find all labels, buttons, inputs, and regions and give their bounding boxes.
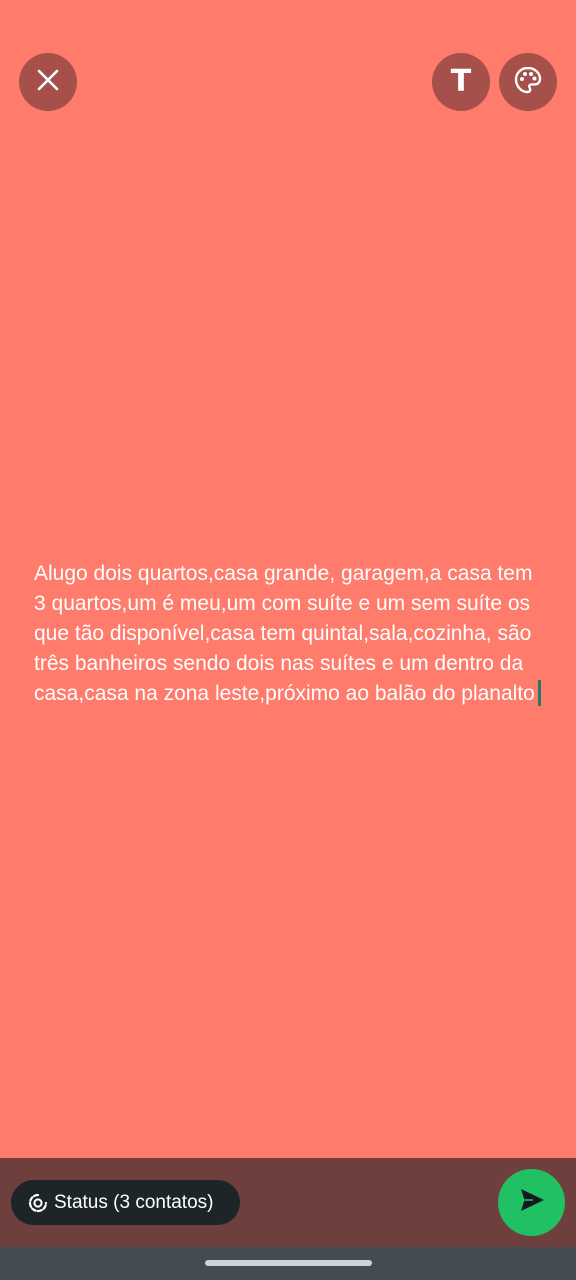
status-text-content: Alugo dois quartos,casa grande, garagem,… bbox=[34, 562, 539, 705]
status-icon bbox=[28, 1193, 48, 1213]
status-composer-canvas[interactable]: T Alugo dois quartos,casa grande, garage… bbox=[0, 0, 576, 1158]
text-style-button[interactable]: T bbox=[432, 53, 490, 111]
system-navigation-bar bbox=[0, 1247, 576, 1280]
status-audience-button[interactable]: Status (3 contatos) bbox=[11, 1180, 240, 1225]
text-style-icon: T bbox=[450, 64, 472, 99]
send-button[interactable] bbox=[498, 1169, 565, 1236]
close-button[interactable] bbox=[19, 53, 77, 111]
palette-icon bbox=[513, 65, 543, 100]
close-icon bbox=[36, 68, 60, 97]
bottom-bar: Status (3 contatos) bbox=[0, 1158, 576, 1247]
status-text-editor[interactable]: Alugo dois quartos,casa grande, garagem,… bbox=[34, 559, 544, 709]
send-icon bbox=[518, 1186, 546, 1219]
color-palette-button[interactable] bbox=[499, 53, 557, 111]
home-gesture-handle[interactable] bbox=[205, 1260, 372, 1266]
text-caret bbox=[537, 680, 541, 706]
status-audience-label: Status (3 contatos) bbox=[54, 1191, 214, 1213]
